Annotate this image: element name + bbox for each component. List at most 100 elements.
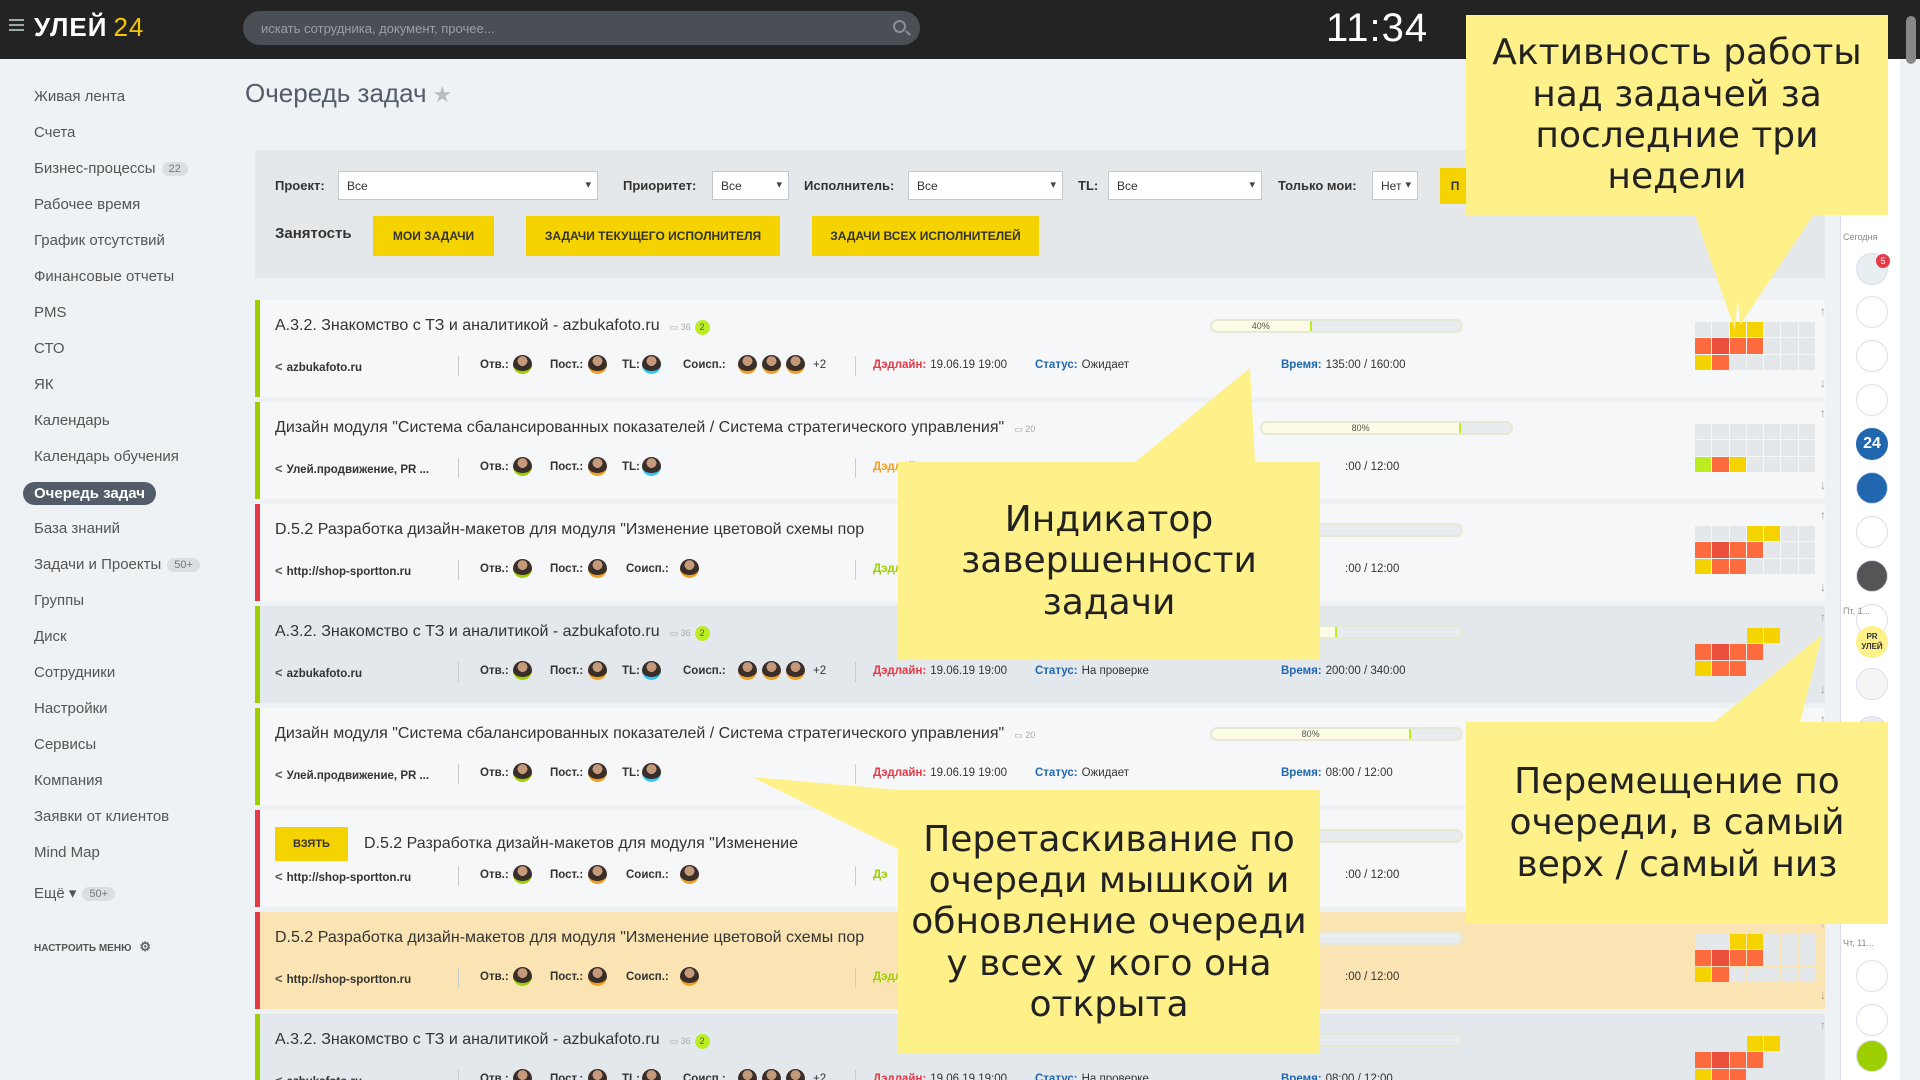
project-link[interactable]: < azbukafoto.ru	[275, 359, 362, 374]
assignee-select[interactable]: Все	[908, 171, 1063, 200]
priority-select[interactable]: Все	[712, 171, 789, 200]
project-link[interactable]: < azbukafoto.ru	[275, 1073, 362, 1080]
avatar[interactable]	[588, 457, 607, 476]
task-title-text[interactable]: Дизайн модуля "Система сбалансированных …	[275, 725, 1004, 742]
avatar[interactable]	[588, 355, 607, 374]
move-bottom-icon[interactable]: ↓	[1820, 478, 1826, 492]
chat-avatar[interactable]	[1856, 340, 1888, 372]
more-coexecutors[interactable]: +2	[813, 665, 826, 677]
avatar[interactable]	[762, 1069, 781, 1080]
project-link[interactable]: < Улей.продвижение, PR ...	[275, 461, 429, 476]
chat-avatar[interactable]	[1856, 516, 1888, 548]
avatar[interactable]	[513, 661, 532, 680]
search-icon[interactable]	[893, 20, 906, 33]
project-name[interactable]: Улей.продвижение, PR ...	[287, 770, 429, 782]
task-title[interactable]: Дизайн модуля "Система сбалансированных …	[275, 725, 1035, 743]
project-name[interactable]: http://shop-sportton.ru	[287, 566, 412, 578]
project-link[interactable]: < http://shop-sportton.ru	[275, 869, 411, 884]
sidebar-item[interactable]: Бизнес-процессы 22	[34, 160, 188, 177]
my-tasks-button[interactable]: МОИ ЗАДАЧИ	[373, 216, 494, 256]
avatar[interactable]	[786, 661, 805, 680]
avatar[interactable]	[513, 559, 532, 578]
menu-icon[interactable]	[9, 19, 24, 31]
avatar[interactable]	[680, 865, 699, 884]
avatar[interactable]	[738, 1069, 757, 1080]
avatar[interactable]	[513, 1069, 532, 1080]
chat-avatar[interactable]	[1856, 1004, 1888, 1036]
avatar[interactable]	[642, 355, 661, 374]
avatar[interactable]	[738, 661, 757, 680]
project-name[interactable]: http://shop-sportton.ru	[287, 974, 412, 986]
task-title-text[interactable]: D.5.2 Разработка дизайн-макетов для моду…	[275, 929, 864, 946]
sidebar-item[interactable]: База знаний	[34, 520, 120, 537]
chat-avatar[interactable]	[1856, 668, 1888, 700]
gear-icon[interactable]: ⚙	[139, 939, 151, 955]
chat-avatar[interactable]	[1856, 472, 1888, 504]
task-title[interactable]: D.5.2 Разработка дизайн-макетов для моду…	[275, 521, 864, 539]
sidebar-item[interactable]: ЯК	[34, 376, 54, 393]
all-assignees-tasks-button[interactable]: ЗАДАЧИ ВСЕХ ИСПОЛНИТЕЛЕЙ	[812, 216, 1039, 256]
avatar[interactable]	[588, 1069, 607, 1080]
more-coexecutors[interactable]: +2	[813, 359, 826, 371]
avatar[interactable]	[513, 355, 532, 374]
sidebar-item[interactable]: СТО	[34, 340, 65, 357]
avatar[interactable]	[642, 457, 661, 476]
sidebar-item[interactable]: PMS	[34, 304, 67, 321]
configure-menu-link[interactable]: НАСТРОИТЬ МЕНЮ ⚙	[34, 939, 151, 955]
avatar[interactable]	[513, 457, 532, 476]
sidebar-item[interactable]: Задачи и Проекты 50+	[34, 556, 200, 573]
avatar[interactable]	[786, 1069, 805, 1080]
avatar[interactable]	[642, 763, 661, 782]
project-select[interactable]: Все	[338, 171, 598, 200]
project-name[interactable]: Улей.продвижение, PR ...	[287, 464, 429, 476]
avatar[interactable]	[738, 355, 757, 374]
avatar[interactable]	[588, 763, 607, 782]
project-name[interactable]: azbukafoto.ru	[287, 668, 362, 680]
sidebar-item[interactable]: Календарь обучения	[34, 448, 179, 465]
sidebar-item[interactable]: Счета	[34, 124, 75, 141]
sidebar-item[interactable]: Компания	[34, 772, 103, 789]
avatar[interactable]	[588, 661, 607, 680]
move-bottom-icon[interactable]: ↓	[1820, 580, 1826, 594]
chat-avatar[interactable]	[1856, 1040, 1888, 1072]
task-title[interactable]: ВЗЯТЬ D.5.2 Разработка дизайн-макетов для…	[275, 827, 798, 861]
current-assignee-tasks-button[interactable]: ЗАДАЧИ ТЕКУЩЕГО ИСПОЛНИТЕЛЯ	[526, 216, 780, 256]
sidebar-item[interactable]: Календарь	[34, 412, 110, 429]
sidebar-item[interactable]: Заявки от клиентов	[34, 808, 169, 825]
avatar[interactable]	[588, 865, 607, 884]
only-mine-select[interactable]: Нет	[1372, 171, 1418, 200]
project-name[interactable]: azbukafoto.ru	[287, 362, 362, 374]
avatar[interactable]	[762, 355, 781, 374]
pr-chat[interactable]: PR УЛЕЙ	[1856, 626, 1888, 658]
bitrix24-chat[interactable]: 24	[1856, 428, 1888, 460]
project-link[interactable]: < Улей.продвижение, PR ...	[275, 767, 429, 782]
logo[interactable]: УЛЕЙ 24	[34, 12, 144, 43]
sidebar-item[interactable]: Диск	[34, 628, 67, 645]
move-top-icon[interactable]: ↑	[1820, 304, 1826, 318]
project-name[interactable]: azbukafoto.ru	[287, 1076, 362, 1080]
avatar[interactable]	[762, 661, 781, 680]
task-title[interactable]: A.3.2. Знакомство с ТЗ и аналитикой - az…	[275, 1031, 710, 1049]
chat-avatar[interactable]	[1856, 384, 1888, 416]
avatar[interactable]	[513, 865, 532, 884]
task-title[interactable]: A.3.2. Знакомство с ТЗ и аналитикой - az…	[275, 623, 710, 641]
task-title-text[interactable]: A.3.2. Знакомство с ТЗ и аналитикой - az…	[275, 623, 660, 640]
move-top-icon[interactable]: ↑	[1820, 508, 1826, 522]
avatar[interactable]	[513, 763, 532, 782]
task-title-text[interactable]: D.5.2 Разработка дизайн-макетов для моду…	[364, 835, 798, 852]
more-coexecutors[interactable]: +2	[813, 1073, 826, 1080]
task-title-text[interactable]: A.3.2. Знакомство с ТЗ и аналитикой - az…	[275, 1031, 660, 1048]
scrollbar[interactable]	[1906, 16, 1916, 64]
task-title-text[interactable]: D.5.2 Разработка дизайн-макетов для моду…	[275, 521, 864, 538]
task-title[interactable]: D.5.2 Разработка дизайн-макетов для моду…	[275, 929, 864, 947]
chat-avatar[interactable]	[1856, 296, 1888, 328]
avatar[interactable]	[588, 967, 607, 986]
chat-avatar[interactable]	[1856, 560, 1888, 592]
sidebar-item[interactable]: Живая лента	[34, 88, 125, 105]
avatar[interactable]	[642, 661, 661, 680]
sidebar-item[interactable]: Сотрудники	[34, 664, 115, 681]
avatar[interactable]	[680, 559, 699, 578]
task-title[interactable]: A.3.2. Знакомство с ТЗ и аналитикой - az…	[275, 317, 710, 335]
sidebar-item[interactable]: Группы	[34, 592, 84, 609]
avatar[interactable]	[642, 1069, 661, 1080]
